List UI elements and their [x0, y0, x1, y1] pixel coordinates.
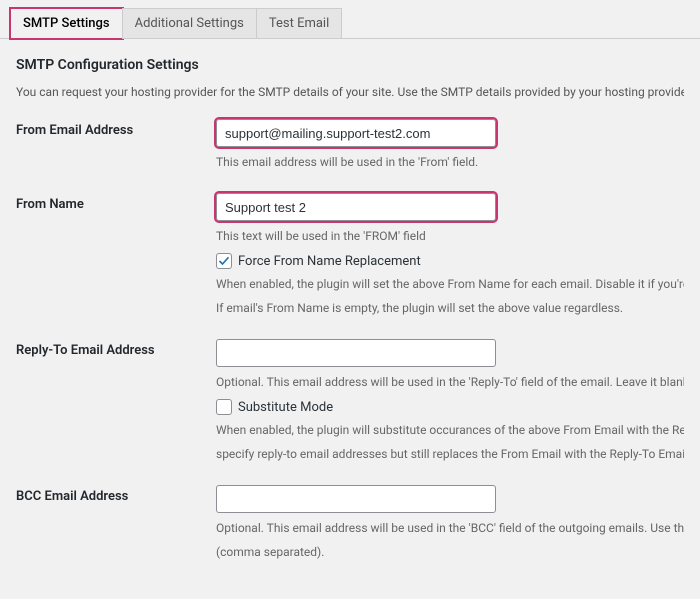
check-icon [218, 255, 230, 267]
substitute-mode-checkbox[interactable] [216, 399, 232, 415]
force-from-name-checkbox[interactable] [216, 253, 232, 269]
from-email-hint: This email address will be used in the '… [216, 153, 684, 171]
force-from-name-hint2: If email's From Name is empty, the plugi… [216, 299, 684, 317]
reply-to-label: Reply-To Email Address [16, 339, 216, 358]
force-from-name-hint1: When enabled, the plugin will set the ab… [216, 275, 684, 293]
from-email-field-wrap: This email address will be used in the '… [216, 119, 684, 171]
from-email-input[interactable] [216, 119, 496, 147]
bcc-label: BCC Email Address [16, 485, 216, 504]
from-email-label: From Email Address [16, 119, 216, 138]
tab-test-email[interactable]: Test Email [256, 8, 342, 39]
tab-smtp-settings[interactable]: SMTP Settings [10, 8, 123, 39]
bcc-field-wrap: Optional. This email address will be use… [216, 485, 684, 561]
from-name-hint: This text will be used in the 'FROM' fie… [216, 227, 684, 245]
from-name-field-wrap: This text will be used in the 'FROM' fie… [216, 193, 684, 317]
reply-to-field-wrap: Optional. This email address will be use… [216, 339, 684, 463]
field-row-from-email: From Email Address This email address wi… [16, 119, 684, 171]
section-title: SMTP Configuration Settings [16, 57, 684, 73]
reply-to-hint: Optional. This email address will be use… [216, 373, 684, 391]
force-from-name-row: Force From Name Replacement [216, 253, 684, 269]
section-intro: You can request your hosting provider fo… [16, 83, 684, 101]
from-name-input[interactable] [216, 193, 496, 221]
bcc-input[interactable] [216, 485, 496, 513]
tab-additional-settings[interactable]: Additional Settings [122, 8, 257, 39]
bcc-hint2: (comma separated). [216, 543, 684, 561]
substitute-mode-hint2: specify reply-to email addresses but sti… [216, 445, 684, 463]
substitute-mode-row: Substitute Mode [216, 399, 684, 415]
settings-panel: SMTP Configuration Settings You can requ… [0, 38, 700, 599]
field-row-from-name: From Name This text will be used in the … [16, 193, 684, 317]
substitute-mode-hint1: When enabled, the plugin will substitute… [216, 421, 684, 439]
field-row-bcc: BCC Email Address Optional. This email a… [16, 485, 684, 561]
from-name-label: From Name [16, 193, 216, 212]
reply-to-input[interactable] [216, 339, 496, 367]
bcc-hint1: Optional. This email address will be use… [216, 519, 684, 537]
force-from-name-checkbox-label: Force From Name Replacement [238, 254, 421, 269]
settings-tabs: SMTP Settings Additional Settings Test E… [0, 0, 700, 39]
substitute-mode-checkbox-label: Substitute Mode [238, 400, 333, 415]
field-row-reply-to: Reply-To Email Address Optional. This em… [16, 339, 684, 463]
